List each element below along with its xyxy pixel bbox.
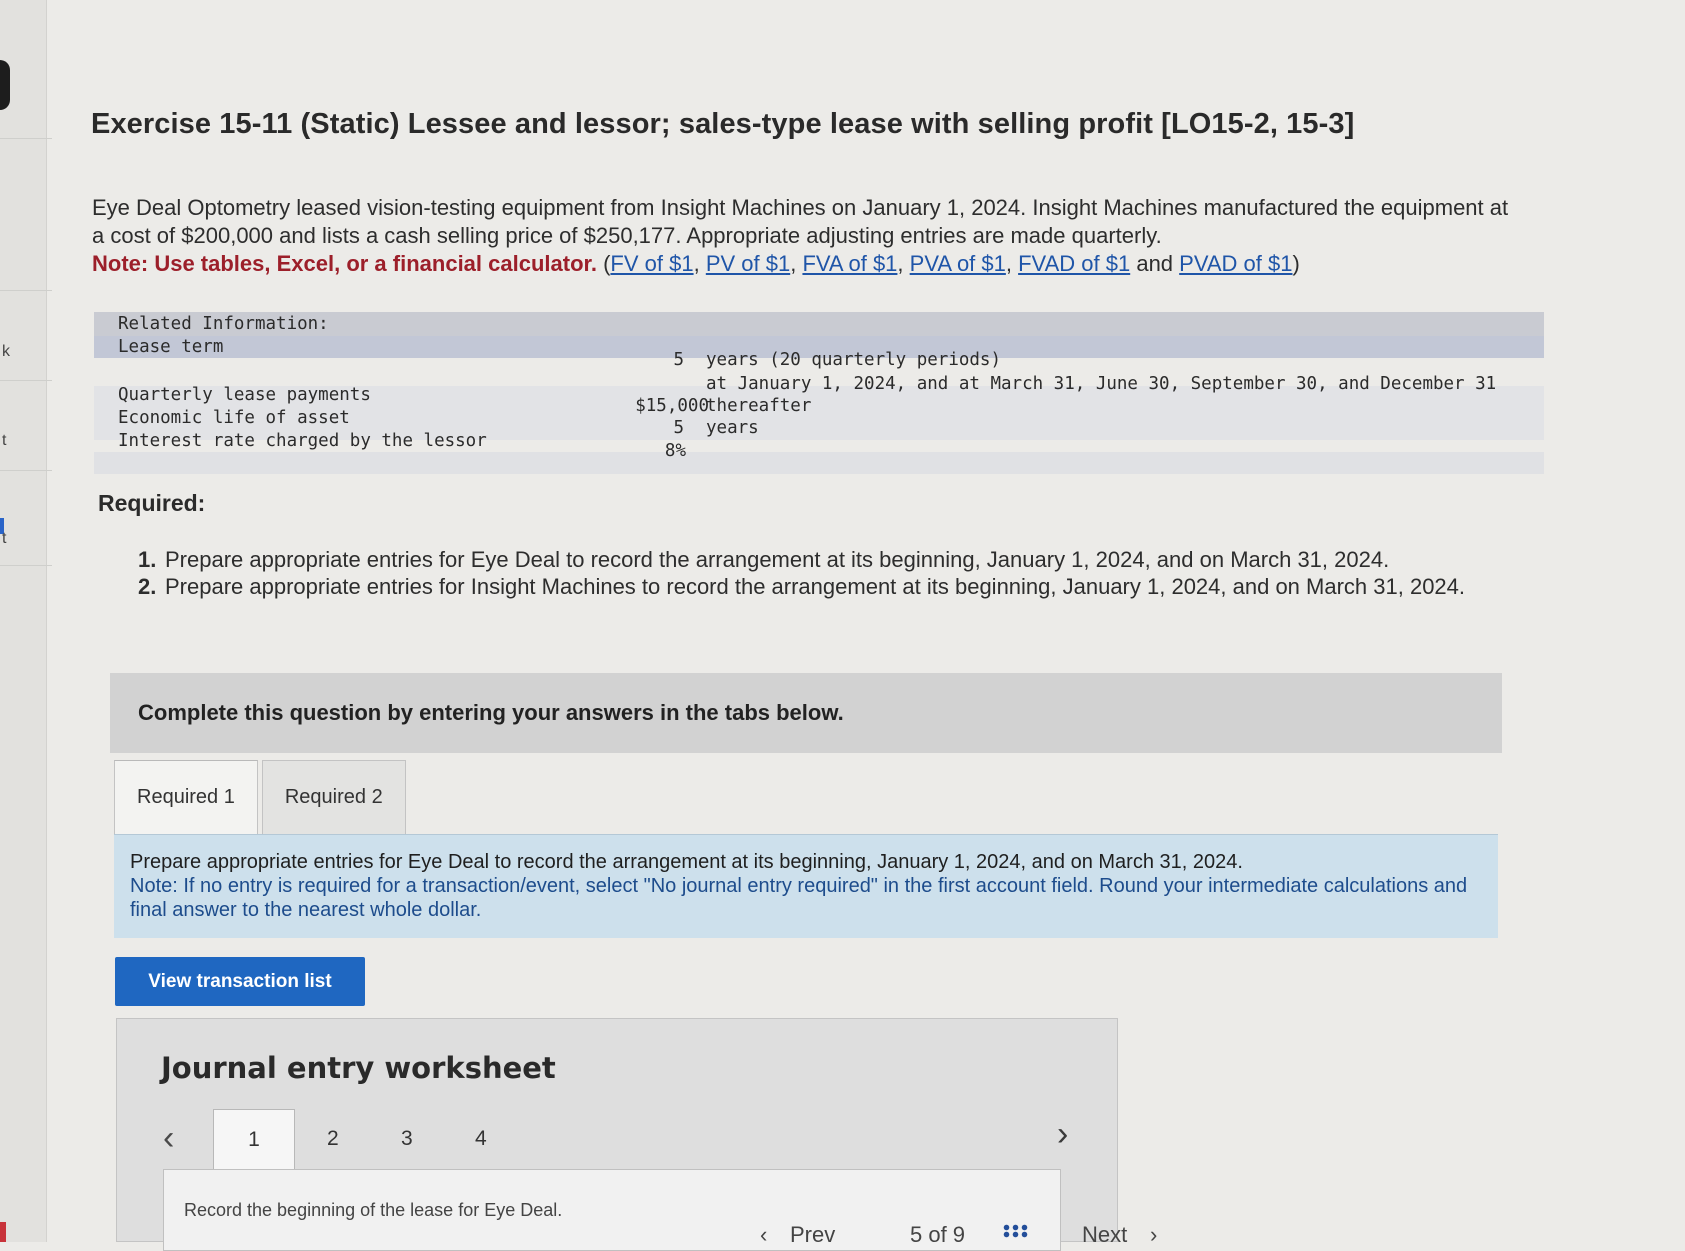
list-text: Prepare appropriate entries for Eye Deal…: [165, 547, 1390, 572]
row-unit-payments-line2: thereafter: [706, 396, 812, 416]
required-list: 1. Prepare appropriate entries for Eye D…: [138, 546, 1538, 600]
instructions-note: Note: If no entry is required for a tran…: [130, 875, 1468, 921]
problem-intro: Eye Deal Optometry leased vision-testing…: [92, 195, 1509, 276]
row-value-economic-life: 5: [673, 418, 684, 438]
sidebar-toggle[interactable]: [0, 60, 10, 110]
row-value-interest-rate: 8%: [664, 441, 686, 461]
sidebar-divider: [0, 380, 52, 381]
page-4[interactable]: 4: [475, 1127, 487, 1151]
sidebar-divider: [0, 565, 52, 566]
worksheet-title: Journal entry worksheet: [161, 1051, 556, 1085]
sidebar-stub[interactable]: k: [2, 343, 10, 361]
question-position: 5 of 9: [910, 1222, 966, 1242]
list-text: Prepare appropriate entries for Insight …: [165, 574, 1466, 599]
table-band: [94, 452, 1544, 474]
row-label-lease-term: Lease term: [118, 337, 224, 357]
view-transaction-list-button[interactable]: View transaction list: [115, 957, 365, 1006]
tab-required-2[interactable]: Required 2: [261, 760, 406, 834]
list-number: 2.: [138, 574, 157, 599]
link-pv[interactable]: PV of $1: [706, 251, 790, 276]
exercise-title: Exercise 15-11 (Static) Lessee and lesso…: [91, 108, 1355, 140]
table-header: Related Information:: [118, 314, 329, 334]
list-item: 1. Prepare appropriate entries for Eye D…: [138, 546, 1538, 573]
row-unit-payments-line1: at January 1, 2024, and at March 31, Jun…: [706, 374, 1497, 394]
link-pvad[interactable]: PVAD of $1: [1179, 251, 1292, 276]
row-unit-economic-life: years: [706, 418, 759, 438]
chevron-left-icon[interactable]: ‹: [760, 1222, 767, 1242]
sidebar-divider: [0, 290, 52, 291]
sidebar-stub[interactable]: t: [2, 530, 6, 548]
journal-entry-worksheet: Journal entry worksheet ‹ 1 2 3 4 › Reco…: [116, 1018, 1118, 1251]
required-tabs: Required 1 Required 2: [114, 760, 406, 836]
left-sidebar-strip: k t t: [0, 0, 52, 1242]
required-heading: Required:: [98, 490, 206, 516]
link-fvad[interactable]: FVAD of $1: [1018, 251, 1130, 276]
row-label-interest-rate: Interest rate charged by the lessor: [118, 431, 487, 451]
intro-note: Note: Use tables, Excel, or a financial …: [92, 251, 597, 276]
tab-required-1[interactable]: Required 1: [114, 760, 258, 834]
row-label-economic-life: Economic life of asset: [118, 408, 350, 428]
page-2[interactable]: 2: [327, 1127, 339, 1151]
complete-question-banner: Complete this question by entering your …: [110, 673, 1502, 753]
question-navigation: ‹ Prev 5 of 9 Next ›: [760, 1220, 1180, 1242]
related-information-table: Related Information: Lease term 5 years …: [94, 312, 1544, 474]
chevron-right-icon[interactable]: ›: [1150, 1222, 1157, 1242]
page-3[interactable]: 3: [401, 1127, 413, 1151]
prev-button[interactable]: Prev: [790, 1222, 835, 1242]
row-label-payments: Quarterly lease payments: [118, 385, 371, 405]
list-number: 1.: [138, 547, 157, 572]
link-fva[interactable]: FVA of $1: [802, 251, 897, 276]
and-word: and: [1136, 251, 1174, 276]
link-fv[interactable]: FV of $1: [610, 251, 693, 276]
link-pva[interactable]: PVA of $1: [910, 251, 1006, 276]
chevron-left-icon[interactable]: ‹: [163, 1119, 174, 1158]
grid-icon[interactable]: [1002, 1224, 1028, 1238]
instructions-panel: Prepare appropriate entries for Eye Deal…: [114, 834, 1498, 938]
row-unit-lease-term: years (20 quarterly periods): [706, 350, 1002, 370]
chevron-right-icon[interactable]: ›: [1057, 1115, 1068, 1154]
row-value-payments: $15,000: [635, 396, 709, 416]
instructions-text: Prepare appropriate entries for Eye Deal…: [130, 851, 1243, 873]
sidebar-stub[interactable]: t: [2, 432, 6, 450]
worksheet-instruction: Record the beginning of the lease for Ey…: [184, 1200, 563, 1220]
sidebar-divider: [0, 470, 52, 471]
list-item: 2. Prepare appropriate entries for Insig…: [138, 573, 1538, 600]
page-1[interactable]: 1: [213, 1109, 295, 1170]
status-marker: [0, 1222, 6, 1242]
intro-text: Eye Deal Optometry leased vision-testing…: [92, 195, 1509, 248]
sidebar-divider: [0, 138, 52, 139]
row-value-lease-term: 5: [673, 350, 684, 370]
next-button[interactable]: Next: [1082, 1222, 1127, 1242]
